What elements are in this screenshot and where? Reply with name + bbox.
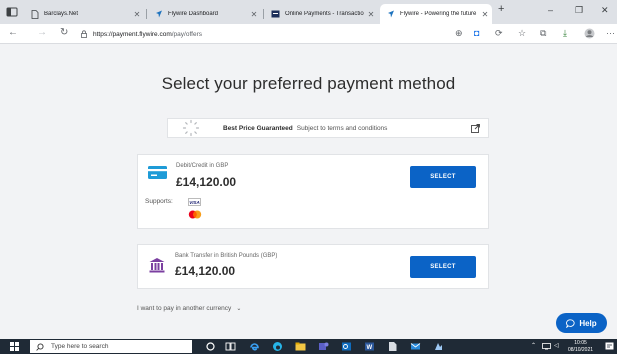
volume-icon[interactable]: ◁ bbox=[554, 342, 559, 349]
lock-icon[interactable] bbox=[80, 30, 88, 38]
method-label: Bank Transfer in British Pounds (GBP) bbox=[175, 253, 278, 259]
tab-divider bbox=[263, 9, 264, 19]
credit-card-icon bbox=[148, 166, 167, 179]
close-tab-icon[interactable]: ✕ bbox=[130, 10, 144, 19]
browser-extension-icon[interactable]: ⟳ bbox=[495, 28, 503, 39]
task-view-icon[interactable] bbox=[225, 341, 236, 352]
payment-option-bank[interactable]: Bank Transfer in British Pounds (GBP) £1… bbox=[137, 244, 489, 289]
flywire-icon bbox=[386, 10, 395, 19]
taskbar-search-box[interactable]: Type here to search bbox=[30, 340, 192, 353]
back-arrow-icon[interactable]: ← bbox=[8, 27, 18, 38]
word-icon[interactable]: W bbox=[364, 341, 375, 352]
downloads-icon[interactable]: ⤓ bbox=[563, 28, 567, 39]
price-guarantee-banner: Best Price Guaranteed Subject to terms a… bbox=[167, 118, 489, 138]
tab-actions-icon[interactable] bbox=[6, 6, 18, 18]
search-placeholder: Type here to search bbox=[51, 343, 109, 350]
other-currency-link[interactable]: I want to pay in another currency ⌄ bbox=[137, 305, 241, 312]
app-icon[interactable] bbox=[433, 341, 444, 352]
browser-toolbar: ← → ↻ https://payment.flywire.com/pay/of… bbox=[0, 24, 617, 44]
tab-title: Barclays.Net bbox=[44, 11, 79, 17]
bank-icon bbox=[149, 258, 165, 273]
close-window-icon[interactable]: ✕ bbox=[601, 5, 609, 16]
extension-icon[interactable]: ◘ bbox=[474, 28, 479, 38]
guarantee-terms: Subject to terms and conditions bbox=[296, 124, 388, 132]
search-icon bbox=[36, 342, 44, 351]
favorites-star-icon[interactable]: ☆ bbox=[518, 28, 526, 39]
visa-logo: VISA bbox=[188, 198, 201, 206]
edge-legacy-icon[interactable] bbox=[249, 341, 260, 352]
close-tab-icon[interactable]: ✕ bbox=[247, 10, 261, 19]
guarantee-title: Best Price Guaranteed bbox=[223, 124, 293, 132]
tab-barclays[interactable]: Barclays.Net ✕ bbox=[24, 4, 144, 24]
notifications-icon[interactable] bbox=[605, 342, 614, 351]
tab-flywire-dashboard[interactable]: Flywire Dashboard ✕ bbox=[148, 4, 261, 24]
flywire-icon bbox=[154, 10, 163, 19]
chevron-up-icon[interactable]: ⌃ bbox=[531, 342, 536, 349]
browser-tab-strip: Barclays.Net ✕ Flywire Dashboard ✕ Onlin… bbox=[0, 0, 617, 24]
collections-icon[interactable]: ⧉ bbox=[540, 28, 546, 39]
badge-icon bbox=[182, 119, 200, 137]
url-path: /pay/offers bbox=[171, 30, 202, 38]
refresh-icon[interactable]: ↻ bbox=[60, 27, 68, 38]
forward-arrow-icon[interactable]: → bbox=[37, 27, 47, 38]
url-host: https://payment.flywire.com bbox=[93, 30, 172, 38]
teams-icon[interactable] bbox=[318, 341, 329, 352]
payment-page: Select your preferred payment method Bes… bbox=[0, 44, 617, 339]
mastercard-icon bbox=[188, 210, 202, 219]
clock-date: 08/10/2021 bbox=[568, 346, 594, 353]
chat-bubble-icon bbox=[566, 318, 575, 328]
tab-title: Flywire Dashboard bbox=[168, 11, 219, 17]
minimize-icon[interactable]: – bbox=[548, 5, 553, 15]
help-label: Help bbox=[579, 318, 597, 328]
method-amount: £14,120.00 bbox=[175, 264, 236, 278]
page-title: Select your preferred payment method bbox=[161, 74, 456, 93]
svg-text:W: W bbox=[367, 345, 373, 351]
payments-icon bbox=[271, 10, 280, 19]
help-button[interactable]: Help bbox=[556, 313, 607, 333]
chevron-down-icon: ⌄ bbox=[236, 306, 242, 312]
other-currency-label: I want to pay in another currency bbox=[137, 305, 232, 312]
more-options-icon[interactable]: ··· bbox=[606, 28, 615, 38]
windows-taskbar: Type here to search W ⌃ ◁ 10:05 08/10/20… bbox=[0, 339, 617, 354]
select-bank-transfer-button[interactable]: SELECT bbox=[410, 256, 476, 278]
outlook-icon[interactable] bbox=[341, 341, 352, 352]
select-card-button[interactable]: SELECT bbox=[410, 166, 476, 188]
external-link-icon[interactable] bbox=[471, 124, 480, 133]
supports-label: Supports: bbox=[145, 198, 173, 205]
tab-online-payments[interactable]: Online Payments - Transaction d ✕ bbox=[265, 4, 378, 24]
windows-start-icon[interactable] bbox=[10, 342, 19, 351]
mail-icon[interactable] bbox=[410, 341, 421, 352]
close-tab-icon[interactable]: ✕ bbox=[364, 10, 378, 19]
method-label: Debit/Credit in GBP bbox=[176, 163, 229, 169]
tab-title: Flywire - Powering the future of bbox=[400, 11, 478, 17]
method-amount: £14,120.00 bbox=[176, 175, 237, 189]
avatar[interactable] bbox=[584, 28, 595, 39]
new-tab-button[interactable]: + bbox=[498, 3, 504, 15]
payment-option-card[interactable]: Debit/Credit in GBP £14,120.00 SELECT Su… bbox=[137, 154, 489, 229]
tab-title: Online Payments - Transaction d bbox=[285, 11, 364, 17]
read-aloud-icon[interactable]: ⊕ bbox=[455, 28, 463, 39]
document-icon bbox=[30, 9, 39, 19]
system-clock[interactable]: 10:05 08/10/2021 bbox=[568, 340, 593, 353]
tab-flywire-active[interactable]: Flywire - Powering the future of ✕ bbox=[380, 4, 492, 24]
close-tab-icon[interactable]: ✕ bbox=[478, 10, 492, 19]
restore-icon[interactable]: ❐ bbox=[575, 5, 583, 16]
address-bar[interactable]: https://payment.flywire.com/pay/offers bbox=[80, 27, 470, 41]
document-app-icon[interactable] bbox=[387, 341, 398, 352]
edge-browser-icon[interactable] bbox=[272, 341, 283, 352]
network-icon[interactable] bbox=[542, 343, 551, 350]
tab-divider bbox=[146, 9, 147, 19]
file-explorer-icon[interactable] bbox=[295, 341, 306, 352]
cortana-icon[interactable] bbox=[205, 341, 216, 352]
